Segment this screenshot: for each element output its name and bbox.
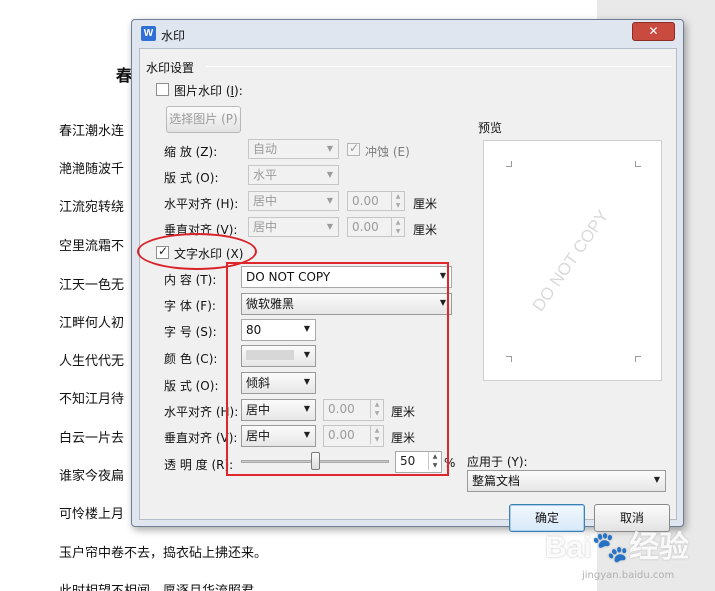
scale-label: 缩 放 (Z): <box>164 145 218 159</box>
document-line: 春江潮水连 <box>59 124 125 139</box>
unit-label: 厘米 <box>413 197 438 211</box>
document-line: 空里流霜不 <box>59 239 125 254</box>
apply-to-select[interactable]: 整篇文档 ▼ <box>467 470 666 492</box>
preview-label: 预览 <box>478 121 503 135</box>
picture-halign-offset[interactable]: 0.00 ▲ ▼ <box>347 191 405 211</box>
document-line: 可怜楼上月 <box>59 507 125 522</box>
chevron-down-icon: ▼ <box>326 144 334 153</box>
chevron-down-icon: ▼ <box>326 196 334 205</box>
text-layout-label: 版 式 (O): <box>164 379 219 393</box>
document-line: 江天一色无 <box>59 278 125 293</box>
document-title: 春 <box>116 66 133 85</box>
washout-checkbox[interactable] <box>347 141 360 156</box>
color-label: 颜 色 (C): <box>164 352 218 366</box>
baidu-jingyan-watermark: Bai🐾经验 <box>545 531 690 564</box>
crop-mark <box>506 356 512 362</box>
document-line: 玉户帘中卷不去，捣衣砧上拂还来。 <box>59 546 268 561</box>
picture-watermark-checkbox[interactable] <box>156 83 169 96</box>
document-line: 江流宛转绕 <box>59 200 125 215</box>
preview-panel: DO NOT COPY <box>483 140 662 381</box>
document-line: 江畔何人初 <box>59 316 125 331</box>
scale-select[interactable]: 自动 ▼ <box>248 139 339 159</box>
dialog-title: 水印 <box>161 29 186 43</box>
select-picture-button[interactable]: 选择图片 (P) <box>166 106 241 133</box>
washout-label: 冲蚀 (E) <box>365 145 410 159</box>
document-line: 白云一片去 <box>59 431 125 446</box>
annotation-rectangle <box>226 262 449 476</box>
spin-down-icon[interactable]: ▼ <box>391 201 404 210</box>
wps-app-icon: W <box>141 26 156 41</box>
close-button[interactable]: ✕ <box>632 22 675 41</box>
picture-layout-label: 版 式 (O): <box>164 171 219 185</box>
unit-label: 厘米 <box>413 223 438 237</box>
paw-icon: 🐾 <box>591 531 630 564</box>
document-line: 人生代代无 <box>59 354 125 369</box>
picture-valign-select[interactable]: 居中 ▼ <box>248 217 339 237</box>
picture-halign-label: 水平对齐 (H): <box>164 197 239 211</box>
transparency-label: 透 明 度 (R): <box>164 458 234 472</box>
content-label: 内 容 (T): <box>164 273 217 287</box>
chevron-down-icon: ▼ <box>326 170 334 179</box>
spin-up-icon[interactable]: ▲ <box>391 218 404 227</box>
crop-mark <box>635 356 641 362</box>
preview-watermark-text: DO NOT COPY <box>528 206 613 315</box>
picture-valign-offset[interactable]: 0.00 ▲ ▼ <box>347 217 405 237</box>
group-label: 水印设置 <box>146 61 195 75</box>
group-divider <box>206 66 672 67</box>
crop-mark <box>506 161 512 167</box>
chevron-down-icon: ▼ <box>326 222 334 231</box>
document-line: 此时相望不相闻，愿逐月华流照君。 <box>59 580 267 591</box>
spin-down-icon[interactable]: ▼ <box>391 227 404 236</box>
crop-mark <box>635 161 641 167</box>
document-line: 谁家今夜扁 <box>59 469 125 484</box>
font-label: 字 体 (F): <box>164 299 216 313</box>
apply-to-label: 应用于 (Y): <box>467 455 528 469</box>
spin-up-icon[interactable]: ▲ <box>391 192 404 201</box>
document-line: 不知江月待 <box>59 392 125 407</box>
chevron-down-icon: ▼ <box>653 475 661 484</box>
picture-layout-select[interactable]: 水平 ▼ <box>248 165 339 185</box>
picture-halign-select[interactable]: 居中 ▼ <box>248 191 339 211</box>
size-label: 字 号 (S): <box>164 325 217 339</box>
document-line: 滟滟随波千 <box>59 162 125 177</box>
watermark-url: jingyan.baidu.com <box>582 570 675 581</box>
dialog-titlebar[interactable]: W 水印 ✕ <box>132 20 683 48</box>
picture-watermark-label: 图片水印 (I): <box>174 84 243 98</box>
